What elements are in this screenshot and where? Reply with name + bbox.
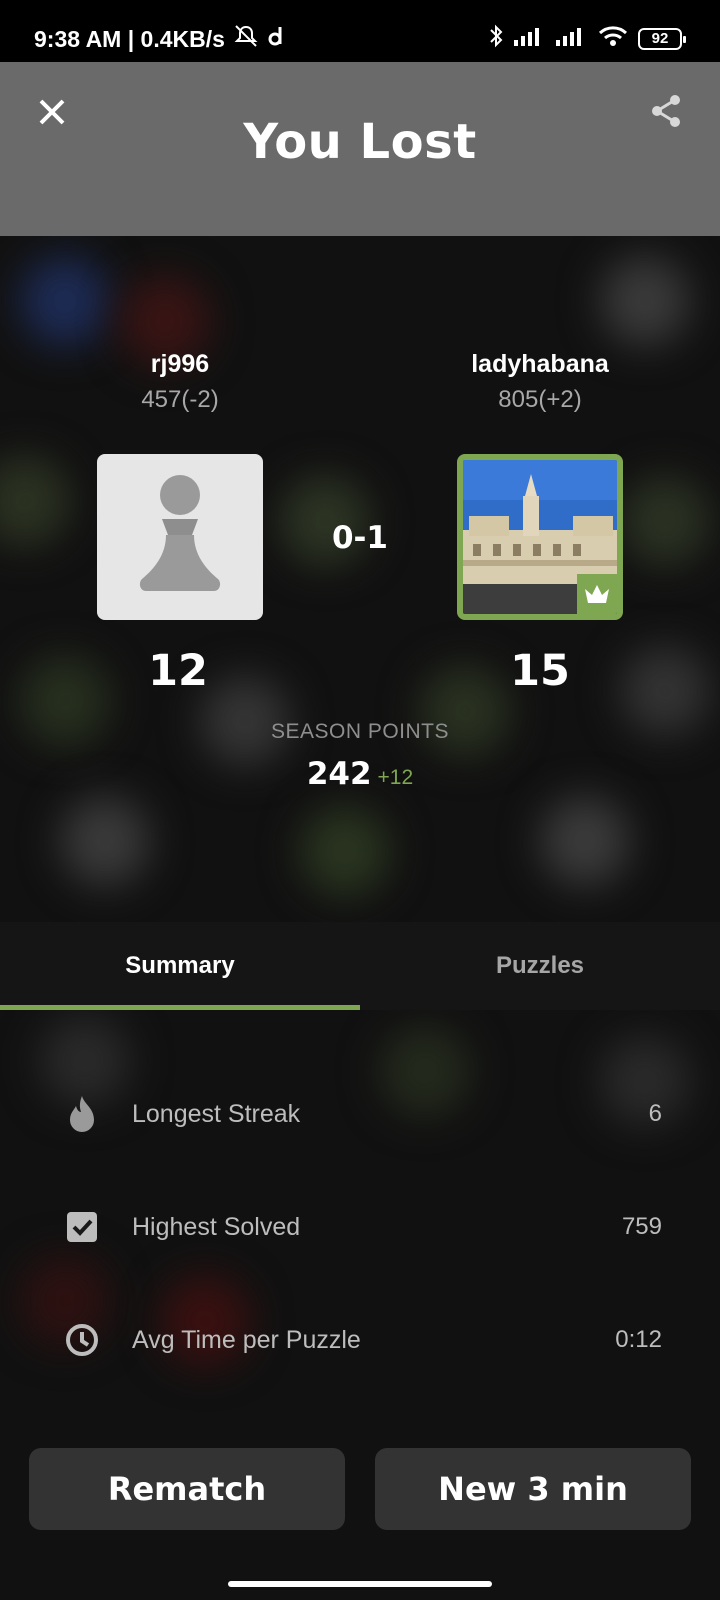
summary-row-streak: Longest Streak 6 [0, 1084, 720, 1144]
status-bar: 9:38 AM | 0.4KB/s 92 [0, 0, 720, 62]
result-header: You Lost [0, 62, 720, 236]
season-points-label: SEASON POINTS [270, 720, 450, 743]
player-right-name[interactable]: ladyhabana [420, 350, 660, 379]
summary-label: Highest Solved [132, 1212, 301, 1241]
new-game-button[interactable]: New 3 min [375, 1448, 691, 1530]
share-icon [652, 95, 680, 127]
checkbox-icon [62, 1207, 102, 1247]
summary-label: Avg Time per Puzzle [132, 1325, 361, 1354]
signal-icon-2 [556, 26, 588, 51]
tab-bar: Summary Puzzles [0, 922, 720, 1010]
active-tab-indicator [0, 1005, 360, 1010]
home-indicator[interactable] [228, 1581, 492, 1587]
players-section: rj996 457(-2) ladyhabana 805(+2) 0-1 12 … [0, 236, 720, 922]
season-points-delta: +12 [377, 766, 414, 789]
status-left: 9:38 AM | 0.4KB/s [34, 24, 285, 54]
clock-icon [62, 1320, 102, 1360]
summary-row-highest: Highest Solved 759 [0, 1197, 720, 1257]
summary-value: 0:12 [615, 1326, 662, 1353]
player-left-rating: 457(-2) [141, 386, 219, 413]
season-points: 242 +12 [0, 756, 720, 792]
flame-icon [62, 1094, 102, 1134]
wifi-icon [598, 25, 628, 52]
crown-icon [585, 585, 609, 603]
bluetooth-icon [488, 24, 504, 53]
player-right-rating: 805(+2) [498, 386, 582, 413]
player-right-points: 15 [510, 646, 570, 696]
summary-label: Longest Streak [132, 1099, 301, 1128]
player-right-avatar[interactable] [457, 454, 623, 620]
summary-row-avg-time: Avg Time per Puzzle 0:12 [0, 1310, 720, 1370]
signal-icon [514, 26, 546, 51]
rematch-button[interactable]: Rematch [29, 1448, 345, 1530]
tab-summary[interactable]: Summary [0, 922, 360, 1010]
status-right: 92 [488, 24, 686, 53]
game-score: 0-1 [331, 520, 388, 556]
crown-badge [577, 574, 617, 614]
summary-value: 6 [648, 1100, 662, 1127]
pawn-icon [139, 475, 221, 591]
mute-icon [233, 24, 259, 54]
battery-icon: 92 [638, 27, 686, 50]
share-button[interactable] [650, 94, 686, 130]
season-points-value: 242 [306, 756, 372, 792]
page-title: You Lost [243, 114, 477, 170]
player-left-name[interactable]: rj996 [60, 350, 300, 379]
player-left-avatar[interactable] [97, 454, 263, 620]
summary-value: 759 [621, 1213, 662, 1240]
app-notification-icon [267, 25, 285, 53]
player-left-points: 12 [148, 646, 208, 696]
status-time: 9:38 AM | 0.4KB/s [34, 25, 225, 52]
tab-puzzles[interactable]: Puzzles [360, 922, 720, 1010]
